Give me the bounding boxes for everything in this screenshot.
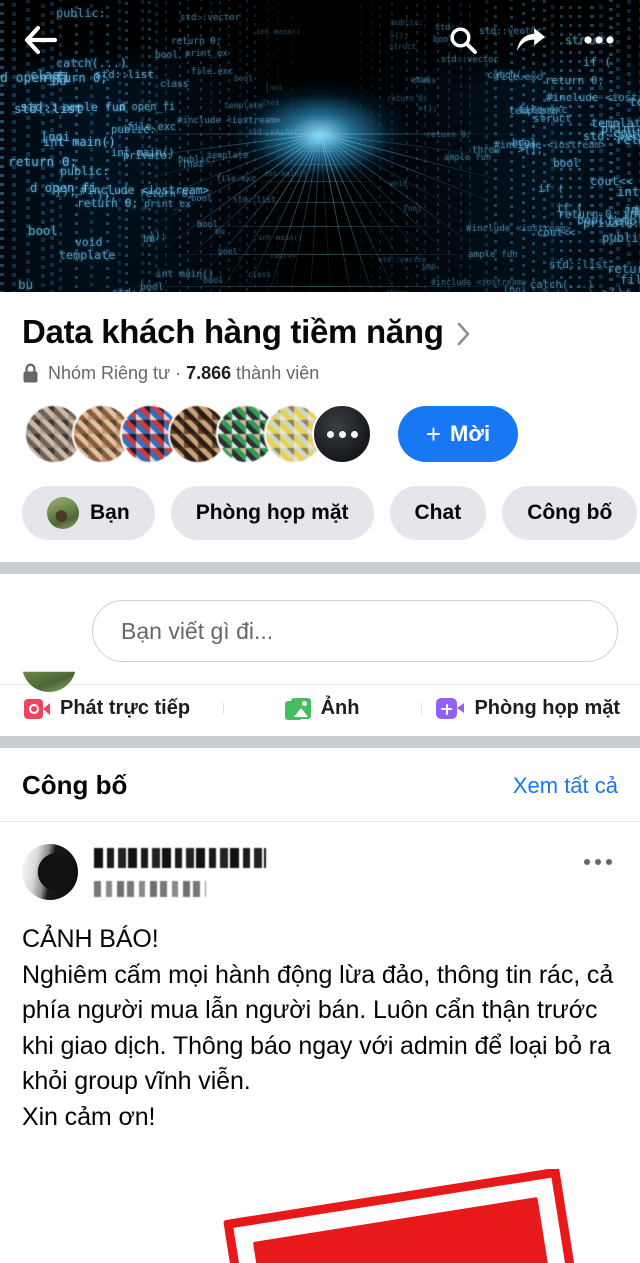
announcement-post: CẢNH BÁO! Nghiêm cấm mọi hành động lừa đ…: [0, 822, 640, 1263]
chip-chat[interactable]: Chat: [390, 486, 487, 540]
top-navigation-bar: [0, 0, 640, 80]
post-more-options-icon[interactable]: [578, 844, 618, 874]
video-room-button[interactable]: Phòng họp mặt: [421, 697, 624, 720]
group-cover-photo[interactable]: return 0;templatebupublic:#include <iost…: [0, 0, 640, 292]
chip-label: Chat: [415, 501, 462, 525]
photo-button[interactable]: Ảnh: [223, 697, 422, 720]
chip-avatar: [47, 497, 79, 529]
chip-label: Bạn: [90, 501, 130, 525]
invite-button-label: Mời: [450, 421, 490, 447]
group-title-row[interactable]: Data khách hàng tiềm năng: [22, 314, 618, 350]
live-video-button[interactable]: Phát trực tiếp: [16, 697, 223, 720]
post-header: [22, 844, 618, 900]
group-privacy-label: Nhóm Riêng tư: [48, 363, 170, 384]
chip-label: Phòng họp mặt: [196, 501, 349, 525]
post-identity: [94, 844, 562, 897]
video-room-icon: [436, 698, 464, 719]
member-facepile[interactable]: [24, 404, 372, 464]
section-divider: [0, 562, 640, 574]
video-room-label: Phòng họp mặt: [474, 697, 620, 720]
back-arrow-icon[interactable]: [18, 17, 64, 63]
composer-input[interactable]: Bạn viết gì đi...: [92, 600, 618, 662]
live-video-icon: [24, 699, 50, 719]
facepile-row: + Mời: [22, 404, 618, 464]
lock-icon: [22, 363, 39, 384]
announcements-header: Công bố Xem tất cả: [0, 748, 640, 822]
chip-phong-hop-mat[interactable]: Phòng họp mặt: [171, 486, 374, 540]
chip-label: Công bố: [527, 501, 612, 525]
section-divider: [0, 736, 640, 748]
composer-top-row: Bạn viết gì đi...: [0, 574, 640, 684]
group-header: Data khách hàng tiềm năng Nhóm Riêng tư …: [0, 292, 640, 464]
avatar[interactable]: [22, 844, 78, 900]
post-attached-image[interactable]: [0, 1169, 640, 1263]
chevron-right-icon[interactable]: [456, 317, 472, 347]
invite-button[interactable]: + Mời: [398, 406, 518, 462]
see-all-link[interactable]: Xem tất cả: [513, 773, 618, 799]
page-title: Data khách hàng tiềm năng: [22, 314, 444, 350]
group-action-chips[interactable]: Bạn Phòng họp mặt Chat Công bố Ch: [0, 464, 640, 562]
avatar[interactable]: [22, 638, 76, 692]
post-composer: Bạn viết gì đi... Phát trực tiếp Ảnh Phò…: [0, 574, 640, 736]
post-author-name[interactable]: [94, 848, 266, 868]
member-count: 7.866: [186, 363, 231, 384]
chip-ban[interactable]: Bạn: [22, 486, 155, 540]
member-label: thành viên: [236, 363, 319, 384]
search-icon[interactable]: [440, 17, 486, 63]
post-timestamp: [94, 881, 206, 897]
chip-cong-bo[interactable]: Công bố: [502, 486, 637, 540]
announcements-title: Công bố: [22, 770, 127, 801]
more-members-icon[interactable]: [312, 404, 372, 464]
group-meta-row: Nhóm Riêng tư · 7.866 thành viên: [22, 363, 618, 384]
share-icon[interactable]: [508, 17, 554, 63]
photo-label: Ảnh: [321, 697, 360, 720]
post-text: CẢNH BÁO! Nghiêm cấm mọi hành động lừa đ…: [22, 922, 618, 1135]
plus-icon: +: [426, 421, 441, 447]
meta-separator: ·: [175, 363, 181, 384]
red-warning-stamp-graphic: [223, 1169, 581, 1263]
photo-icon: [285, 698, 311, 720]
more-options-icon[interactable]: [576, 17, 622, 63]
live-video-label: Phát trực tiếp: [60, 697, 190, 720]
group-page: return 0;templatebupublic:#include <iost…: [0, 0, 640, 1263]
composer-action-row: Phát trực tiếp Ảnh Phòng họp mặt: [0, 684, 640, 736]
